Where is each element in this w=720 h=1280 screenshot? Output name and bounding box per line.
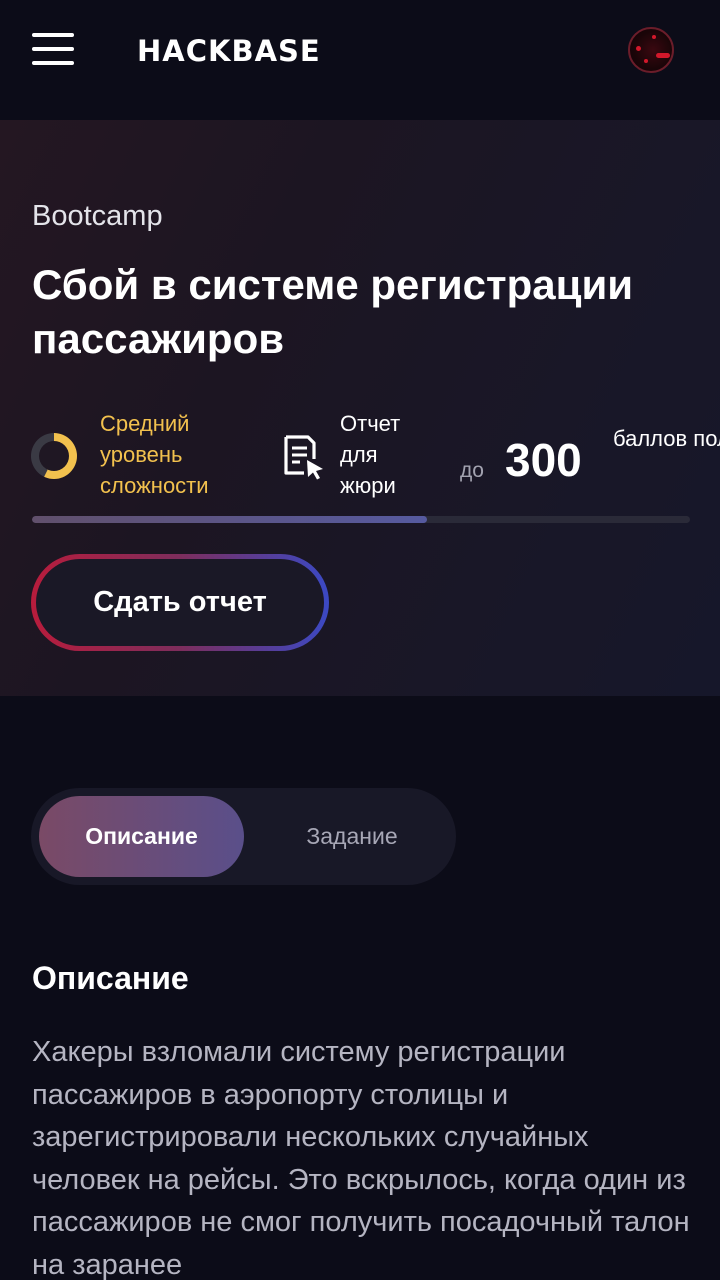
- document-cursor-icon: [284, 435, 323, 480]
- submit-report-label: Сдать отчет: [36, 559, 324, 646]
- page: HACKBASE Bootcamp Сбой в системе регистр…: [0, 0, 720, 1280]
- points-value: 300: [505, 434, 582, 486]
- submit-report-button[interactable]: Сдать отчет: [31, 554, 329, 651]
- difficulty-ring-icon: [31, 433, 77, 479]
- tab-assignment[interactable]: Задание: [253, 796, 451, 877]
- task-metrics: Средний уровень сложности Отчет для жюри…: [0, 405, 720, 505]
- points-label: баллов получи: [613, 426, 720, 451]
- task-title: Сбой в системе регистрации пассажиров: [32, 261, 634, 362]
- description-text: Хакеры взломали систему регистрации пасс…: [32, 1036, 690, 1280]
- report-label: Отчет для жюри: [340, 411, 401, 498]
- content-tabs: Описание Задание: [31, 788, 456, 885]
- hamburger-menu-icon[interactable]: [32, 33, 74, 65]
- points-prefix: до: [460, 459, 484, 482]
- description-heading: Описание: [32, 960, 189, 996]
- hackbase-logo[interactable]: HACKBASE: [137, 34, 321, 68]
- tab-description[interactable]: Описание: [39, 796, 244, 877]
- task-progress-bar: [32, 516, 690, 523]
- task-progress-fill: [32, 516, 427, 523]
- top-bar: HACKBASE: [0, 0, 720, 120]
- track-label: Bootcamp: [32, 200, 163, 232]
- user-avatar[interactable]: [628, 27, 674, 73]
- difficulty-label: Средний уровень сложности: [100, 411, 209, 498]
